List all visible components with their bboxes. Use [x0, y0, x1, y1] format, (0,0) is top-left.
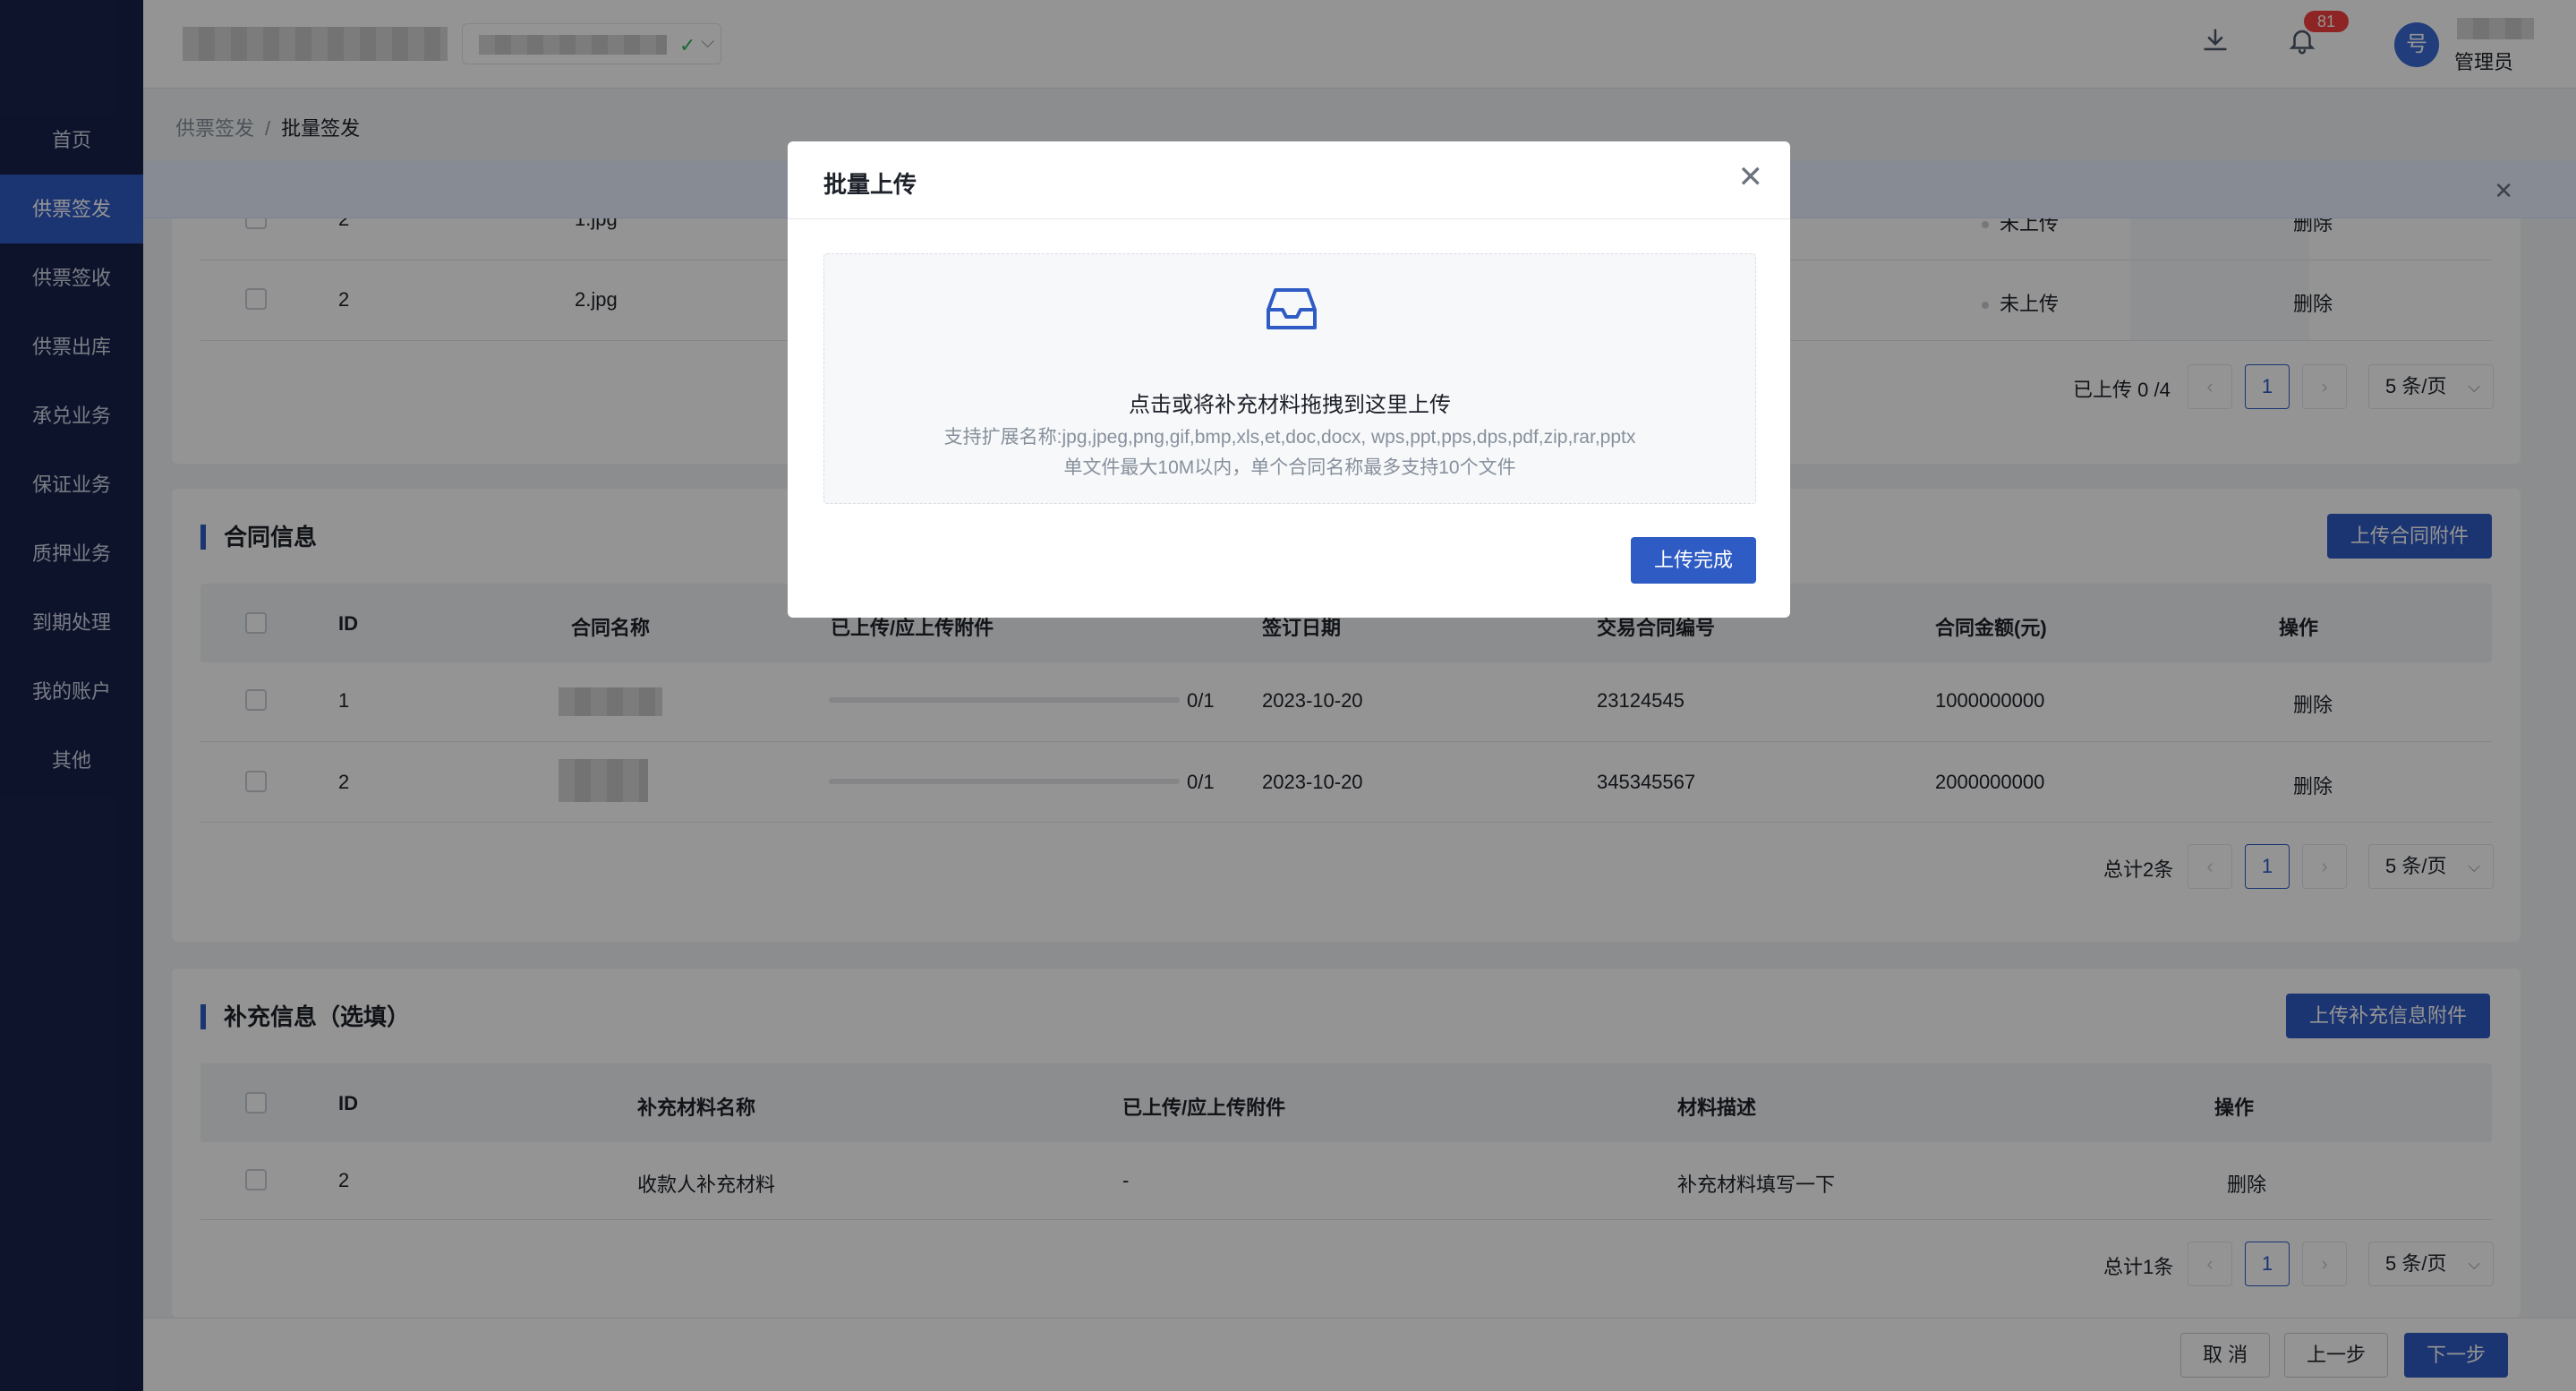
modal-divider — [788, 218, 1790, 219]
dropzone-limit: 单文件最大10M以内，单个合同名称最多支持10个文件 — [1063, 457, 1516, 478]
dropzone-title: 点击或将补充材料拖拽到这里上传 — [1129, 393, 1451, 417]
dropzone-extensions: 支持扩展名称:jpg,jpeg,png,gif,bmp,xls,et,doc,d… — [943, 427, 1636, 448]
close-icon[interactable]: ✕ — [1738, 159, 1764, 195]
inbox-icon — [1267, 288, 1317, 329]
modal-title: 批量上传 — [823, 171, 917, 198]
upload-dropzone[interactable]: 点击或将补充材料拖拽到这里上传 支持扩展名称:jpg,jpeg,png,gif,… — [823, 253, 1756, 504]
batch-upload-modal: 批量上传 ✕ 点击或将补充材料拖拽到这里上传 支持扩展名称:jpg,jpeg,p… — [788, 141, 1790, 618]
upload-complete-button[interactable]: 上传完成 — [1631, 537, 1757, 584]
